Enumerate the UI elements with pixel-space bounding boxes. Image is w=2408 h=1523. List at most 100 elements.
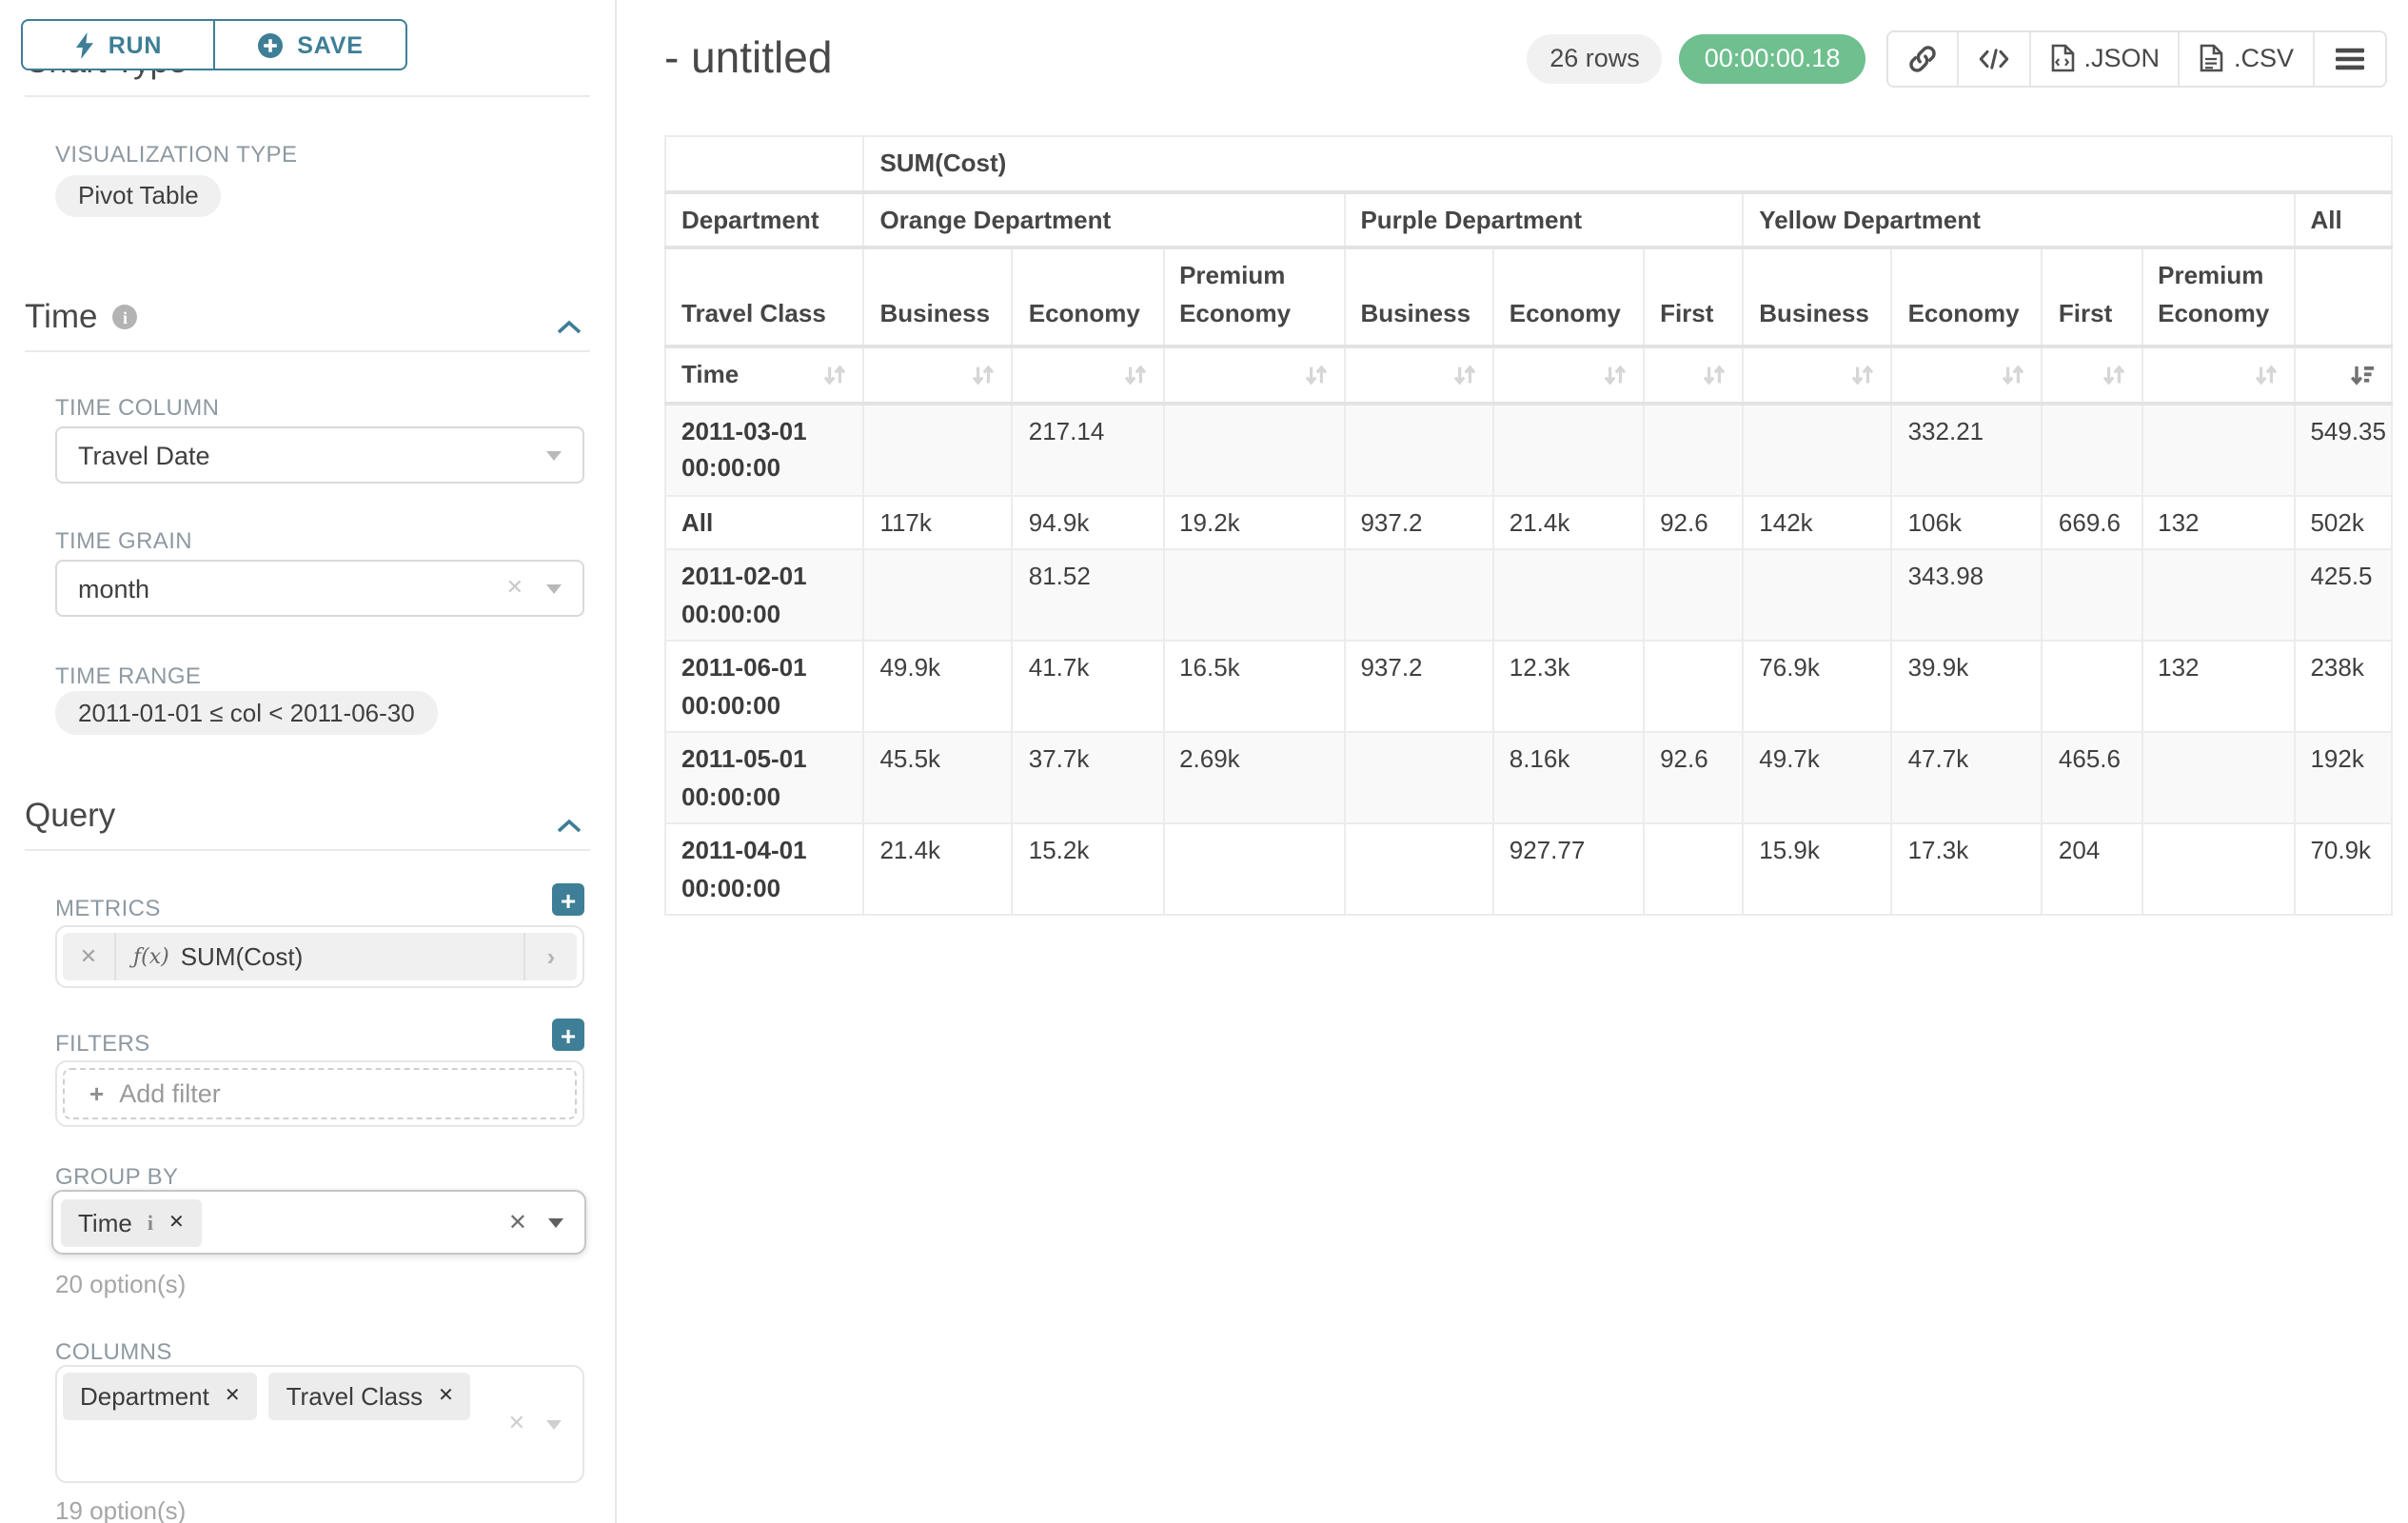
value-cell bbox=[863, 403, 1012, 495]
sort-toggle-icon[interactable] bbox=[1122, 364, 1147, 386]
class-cell-premium-economy: Premium Economy bbox=[1163, 247, 1344, 346]
table-row: 2011-04-01 00:00:0021.4k15.2k927.7715.9k… bbox=[665, 823, 2392, 915]
value-cell: 70.9k bbox=[2294, 823, 2392, 915]
add-metric-button[interactable]: + bbox=[552, 883, 584, 916]
sort-toggle-icon[interactable] bbox=[1603, 364, 1628, 386]
columns-chip-travel-class[interactable]: Travel Class✕ bbox=[269, 1373, 471, 1420]
group-by-select[interactable]: Timei✕ ✕ bbox=[51, 1190, 586, 1255]
export-csv-button[interactable]: .CSV bbox=[2179, 31, 2313, 85]
value-cell bbox=[1163, 403, 1344, 495]
value-cell bbox=[2142, 823, 2294, 915]
add-filter-plus-button[interactable]: + bbox=[552, 1019, 584, 1051]
time-column-select[interactable]: Travel Date bbox=[55, 426, 584, 484]
value-cell bbox=[1163, 549, 1344, 641]
value-cell bbox=[1743, 403, 1891, 495]
save-button[interactable]: SAVE bbox=[213, 19, 407, 70]
value-cell: 39.9k bbox=[1892, 641, 2043, 732]
value-cell: 937.2 bbox=[1344, 495, 1492, 549]
department-dimension-cell: Department bbox=[665, 191, 863, 247]
value-cell: 142k bbox=[1743, 495, 1891, 549]
metric-label: SUM(Cost) bbox=[181, 942, 304, 971]
columns-label: COLUMNS bbox=[55, 1338, 172, 1365]
sort-toggle-icon[interactable] bbox=[2101, 364, 2125, 386]
value-cell: 16.5k bbox=[1163, 641, 1344, 732]
run-save-button-group: RUN SAVE bbox=[21, 19, 407, 70]
view-query-button[interactable] bbox=[1956, 31, 2028, 85]
group-by-options-hint: 20 option(s) bbox=[55, 1270, 186, 1298]
link-icon bbox=[1906, 43, 1937, 73]
remove-chip-icon[interactable]: ✕ bbox=[225, 1386, 241, 1407]
sort-toggle-icon[interactable] bbox=[972, 364, 997, 386]
add-filter-label: Add filter bbox=[119, 1079, 221, 1108]
chevron-up-icon[interactable] bbox=[554, 59, 581, 67]
chevron-right-icon[interactable]: › bbox=[525, 933, 577, 980]
clear-icon[interactable]: ✕ bbox=[508, 1207, 527, 1237]
sort-toggle-icon[interactable] bbox=[822, 364, 847, 386]
value-cell: 238k bbox=[2294, 641, 2392, 732]
value-cell: 549.35 bbox=[2294, 403, 2392, 495]
file-code-icon bbox=[2049, 44, 2074, 72]
value-cell: 15.9k bbox=[1743, 823, 1891, 915]
value-cell bbox=[2142, 732, 2294, 823]
value-cell: 2.69k bbox=[1163, 732, 1344, 823]
remove-chip-icon[interactable]: ✕ bbox=[168, 1213, 185, 1234]
sort-header-cell bbox=[1644, 346, 1743, 403]
sort-header-cell bbox=[1493, 346, 1644, 403]
collapse-time-section-icon[interactable] bbox=[556, 310, 582, 345]
clear-icon[interactable]: ✕ bbox=[506, 573, 523, 603]
time-range-value[interactable]: 2011-01-01 ≤ col < 2011-06-30 bbox=[55, 691, 438, 735]
class-cell-economy: Economy bbox=[1013, 247, 1163, 346]
time-grain-select[interactable]: month ✕ bbox=[55, 560, 584, 617]
remove-metric-icon[interactable]: ✕ bbox=[63, 933, 116, 980]
value-cell: 49.9k bbox=[863, 641, 1012, 732]
groupby-chip-time[interactable]: Timei✕ bbox=[61, 1199, 202, 1247]
clear-icon[interactable]: ✕ bbox=[508, 1409, 525, 1439]
chart-title[interactable]: - untitled bbox=[664, 32, 832, 84]
value-cell: 425.5 bbox=[2294, 549, 2392, 641]
divider bbox=[25, 849, 590, 851]
value-cell: 76.9k bbox=[1743, 641, 1891, 732]
columns-chip-department[interactable]: Department✕ bbox=[63, 1373, 258, 1420]
sort-toggle-icon[interactable] bbox=[1303, 364, 1328, 386]
sort-toggle-icon[interactable] bbox=[2002, 364, 2026, 386]
sort-toggle-icon[interactable] bbox=[2253, 364, 2278, 386]
value-cell bbox=[1493, 403, 1644, 495]
share-link-button[interactable] bbox=[1887, 31, 1956, 85]
export-json-label: .JSON bbox=[2083, 44, 2160, 72]
sort-toggle-icon[interactable] bbox=[1702, 364, 1727, 386]
remove-chip-icon[interactable]: ✕ bbox=[438, 1386, 454, 1407]
value-cell bbox=[1644, 641, 1743, 732]
plus-icon: + bbox=[89, 1079, 104, 1108]
add-filter-button[interactable]: + Add filter bbox=[63, 1068, 577, 1119]
run-button[interactable]: RUN bbox=[21, 19, 215, 70]
group-by-label: GROUP BY bbox=[55, 1163, 178, 1190]
sort-toggle-icon[interactable] bbox=[1851, 364, 1876, 386]
colgroup-orange-department: Orange Department bbox=[863, 191, 1344, 247]
value-cell bbox=[2043, 403, 2142, 495]
chart-header: - untitled 26 rows 00:00:00.18 bbox=[664, 32, 2387, 84]
rows-count-badge: 26 rows bbox=[1527, 33, 1663, 83]
menu-button[interactable] bbox=[2313, 31, 2385, 85]
columns-select[interactable]: Department✕Travel Class✕ ✕ bbox=[55, 1365, 584, 1483]
value-cell bbox=[1344, 403, 1492, 495]
pivot-table: SUM(Cost)DepartmentOrange DepartmentPurp… bbox=[664, 135, 2393, 916]
value-cell: 117k bbox=[863, 495, 1012, 549]
value-cell: 132 bbox=[2142, 641, 2294, 732]
sort-header-cell bbox=[1344, 346, 1492, 403]
time-column-label: TIME COLUMN bbox=[55, 394, 219, 421]
function-icon: ƒ(x) bbox=[133, 944, 169, 969]
metric-chip[interactable]: ✕ ƒ(x) SUM(Cost) › bbox=[63, 933, 577, 980]
visualization-type-value[interactable]: Pivot Table bbox=[55, 175, 222, 217]
value-cell bbox=[1344, 549, 1492, 641]
export-json-button[interactable]: .JSON bbox=[2028, 31, 2179, 85]
sort-descending-icon[interactable] bbox=[2349, 364, 2376, 386]
collapse-query-section-icon[interactable] bbox=[556, 809, 582, 843]
control-panel: Chart Type RUN SAVE VISUALIZATION TYPE P… bbox=[0, 0, 617, 1523]
sort-header-cell bbox=[1013, 346, 1163, 403]
time-column-value: Travel Date bbox=[78, 441, 210, 469]
sort-toggle-icon[interactable] bbox=[1452, 364, 1477, 386]
value-cell: 192k bbox=[2294, 732, 2392, 823]
run-button-label: RUN bbox=[109, 31, 163, 58]
class-cell-business: Business bbox=[1344, 247, 1492, 346]
value-cell: 41.7k bbox=[1013, 641, 1163, 732]
